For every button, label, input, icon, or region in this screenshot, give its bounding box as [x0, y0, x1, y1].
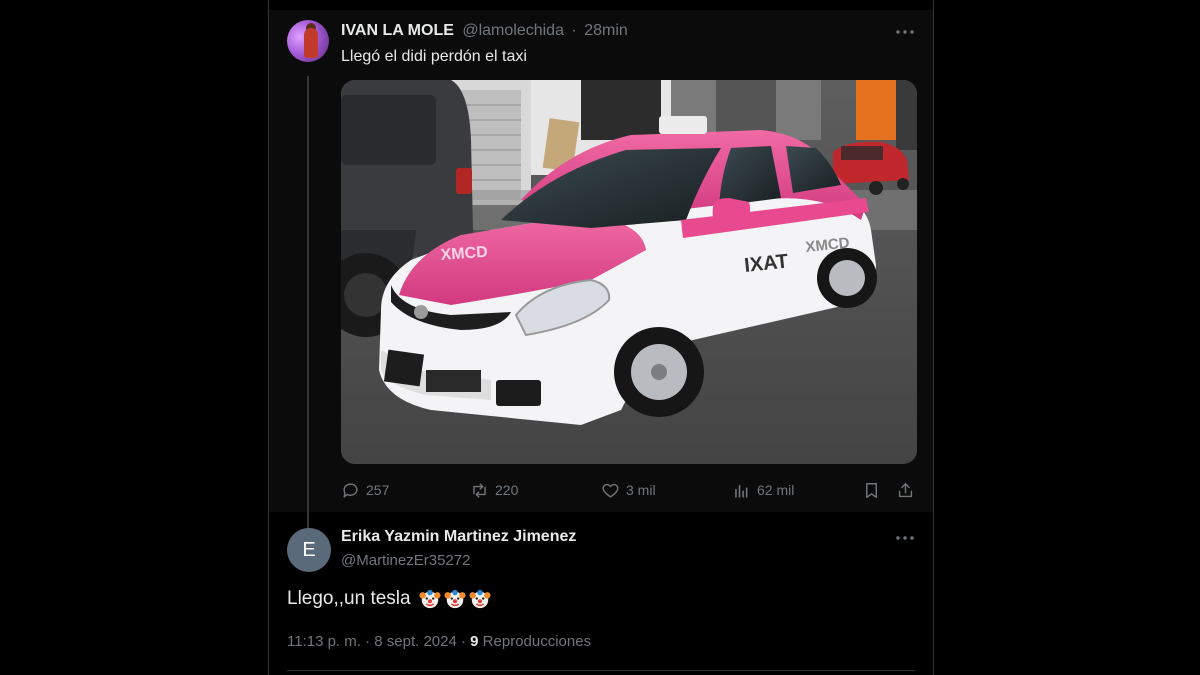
- thread-connector-line: [307, 76, 309, 546]
- reply-text: Llego,,un tesla: [287, 588, 411, 609]
- reply-text-row: Llego,,un tesla: [287, 588, 491, 610]
- like-button[interactable]: 3 mil: [601, 480, 656, 500]
- clown-face-icon: [469, 589, 491, 609]
- display-name[interactable]: IVAN LA MOLE: [341, 22, 454, 39]
- heart-icon: [602, 483, 619, 498]
- share-icon: [898, 482, 913, 497]
- more-dots-icon[interactable]: [895, 22, 915, 42]
- timestamp[interactable]: 11:13 p. m. · 8 sept. 2024 ·: [287, 633, 470, 650]
- share-button[interactable]: [896, 480, 921, 500]
- tweet-time[interactable]: 28min: [584, 22, 628, 39]
- taxi-hood-label: XMCD: [440, 244, 488, 264]
- user-handle[interactable]: @lamolechida: [462, 22, 564, 39]
- repost-count: 220: [495, 482, 519, 498]
- tweet-header: IVAN LA MOLE @lamolechida · 28min: [341, 22, 628, 40]
- tweet-actions: 257 220 3 mil 62 mil: [341, 480, 921, 500]
- reply-tweet[interactable]: E Erika Yazmin Martinez Jimenez @Martine…: [269, 512, 933, 675]
- clown-face-icon: [419, 589, 441, 609]
- display-name[interactable]: Erika Yazmin Martinez Jimenez: [341, 528, 576, 546]
- clown-face-icon: [444, 589, 466, 609]
- tweet-text: Llegó el didi perdón el taxi: [341, 48, 527, 65]
- user-handle[interactable]: @MartinezEr35272: [341, 552, 470, 569]
- views-count: 9: [470, 633, 479, 650]
- avatar[interactable]: [287, 20, 329, 62]
- bookmark-button[interactable]: [862, 480, 887, 500]
- emoji-group: [416, 588, 491, 610]
- reply-icon: [343, 482, 358, 498]
- tweet[interactable]: IVAN LA MOLE @lamolechida · 28min Llegó …: [269, 10, 933, 546]
- reply-button[interactable]: 257: [341, 480, 389, 500]
- avatar[interactable]: E: [287, 528, 331, 572]
- more-dots-icon[interactable]: [895, 528, 915, 548]
- taxi-door-label: IXAT: [743, 250, 789, 276]
- separator-dot: ·: [571, 22, 577, 39]
- repost-button[interactable]: 220: [470, 480, 518, 500]
- analytics-icon: [735, 484, 748, 498]
- taxi-photo: IXAT XMCD XMCD: [341, 80, 917, 464]
- reply-count: 257: [366, 482, 390, 498]
- repost-icon: [473, 482, 486, 498]
- tweet-media-image[interactable]: IXAT XMCD XMCD: [341, 80, 917, 464]
- views-button[interactable]: 62 mil: [732, 480, 794, 500]
- tweet-meta: 11:13 p. m. · 8 sept. 2024 · 9 Reproducc…: [287, 633, 591, 650]
- avatar-figure: [304, 28, 318, 58]
- views-count: 62 mil: [757, 482, 795, 498]
- views-label: Reproducciones: [478, 633, 592, 650]
- timeline-column: IVAN LA MOLE @lamolechida · 28min Llegó …: [268, 0, 934, 675]
- like-count: 3 mil: [626, 482, 656, 498]
- divider: [287, 670, 915, 671]
- bookmark-icon: [866, 482, 877, 498]
